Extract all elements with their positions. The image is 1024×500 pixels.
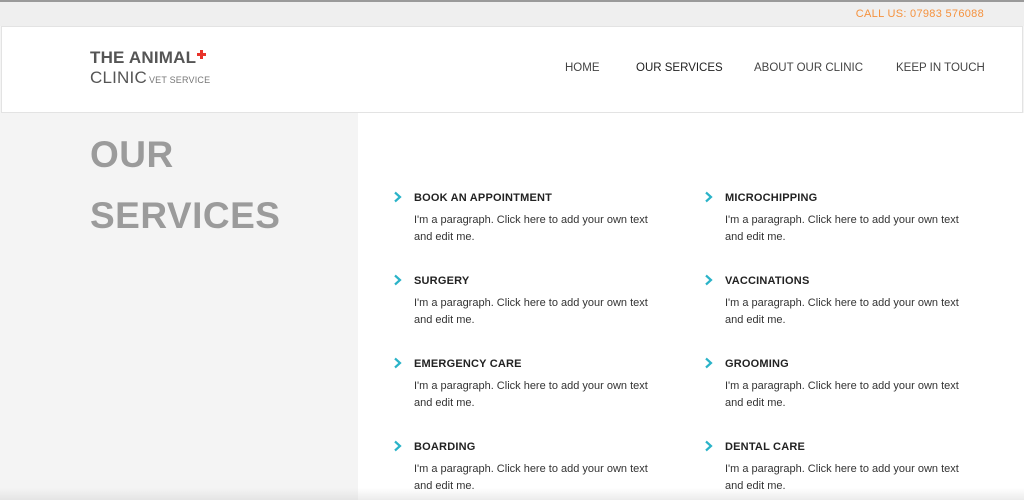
logo-line1: THE ANIMAL: [90, 48, 197, 67]
bottom-shadow: [0, 488, 1024, 500]
chevron-right-icon: [705, 274, 713, 286]
chevron-right-icon: [705, 440, 713, 452]
top-bar: CALL US: 07983 576088: [0, 0, 1024, 26]
nav-home[interactable]: HOME: [565, 62, 600, 74]
service-text: I'm a paragraph. Click here to add your …: [414, 380, 648, 409]
chevron-right-icon: [394, 191, 402, 203]
chevron-right-icon: [705, 191, 713, 203]
call-us-text[interactable]: CALL US: 07983 576088: [856, 8, 984, 20]
service-title[interactable]: MICROCHIPPING: [725, 192, 817, 204]
service-text: I'm a paragraph. Click here to add your …: [725, 380, 959, 409]
nav-about-our-clinic[interactable]: ABOUT OUR CLINIC: [754, 62, 863, 74]
nav-keep-in-touch[interactable]: KEEP IN TOUCH: [896, 62, 985, 74]
service-text: I'm a paragraph. Click here to add your …: [414, 214, 648, 243]
page-title-line2: SERVICES: [90, 195, 281, 236]
logo-line2: CLINIC: [90, 68, 147, 87]
chevron-right-icon: [394, 274, 402, 286]
page-title-line1: OUR: [90, 134, 174, 175]
page-title: OUR SERVICES: [90, 124, 280, 246]
service-title[interactable]: BOOK AN APPOINTMENT: [414, 192, 552, 204]
service-text: I'm a paragraph. Click here to add your …: [725, 297, 959, 326]
nav-our-services[interactable]: OUR SERVICES: [636, 62, 723, 74]
service-title[interactable]: SURGERY: [414, 275, 469, 287]
site-header: THE ANIMAL CLINIC VET SERVICE HOME OUR SE…: [1, 26, 1023, 113]
service-text: I'm a paragraph. Click here to add your …: [725, 214, 959, 243]
site-logo[interactable]: THE ANIMAL CLINIC VET SERVICE: [90, 48, 210, 90]
chevron-right-icon: [394, 440, 402, 452]
service-title[interactable]: DENTAL CARE: [725, 441, 805, 453]
service-title[interactable]: VACCINATIONS: [725, 275, 810, 287]
chevron-right-icon: [394, 357, 402, 369]
service-text: I'm a paragraph. Click here to add your …: [414, 297, 648, 326]
chevron-right-icon: [705, 357, 713, 369]
service-title[interactable]: BOARDING: [414, 441, 476, 453]
service-title[interactable]: EMERGENCY CARE: [414, 358, 522, 370]
logo-subtitle: VET SERVICE: [148, 75, 211, 85]
plus-icon: [197, 50, 207, 59]
service-title[interactable]: GROOMING: [725, 358, 789, 370]
